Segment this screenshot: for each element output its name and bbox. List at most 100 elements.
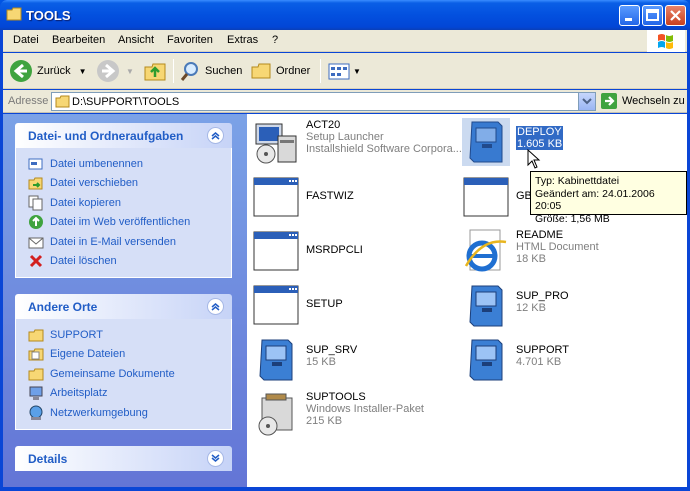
up-folder-icon <box>144 63 166 81</box>
task-rename[interactable]: Datei umbenennen <box>16 154 231 174</box>
file-name: SUPPORT <box>516 344 569 356</box>
file-item-support[interactable]: SUPPORT 4.701 KB <box>462 334 672 386</box>
collapse-button[interactable] <box>207 298 224 315</box>
file-item-deploy[interactable]: DEPLOY 1.605 KB <box>462 116 672 168</box>
file-name: SUP_SRV <box>306 344 358 356</box>
minimize-button[interactable] <box>619 5 640 26</box>
windows-flag-icon <box>658 34 673 49</box>
back-button[interactable]: Zurück ▼ <box>9 57 87 85</box>
back-dropdown-icon[interactable]: ▼ <box>79 67 87 76</box>
file-company: Installshield Software Corpora... <box>306 143 462 155</box>
file-tooltip: Typ: Kabinettdatei Geändert am: 24.01.20… <box>530 171 687 225</box>
file-size: 18 KB <box>516 253 546 265</box>
move-icon <box>28 177 43 190</box>
internet-explorer-icon <box>464 229 507 272</box>
file-size: 4.701 KB <box>516 356 562 368</box>
details-title: Details <box>28 452 68 466</box>
msi-package-icon <box>258 393 293 436</box>
file-tasks-header[interactable]: Datei- und Ordneraufgaben <box>15 123 232 148</box>
other-places-title: Andere Orte <box>28 300 98 314</box>
place-my-computer[interactable]: Arbeitsplatz <box>16 384 231 404</box>
up-folder-button[interactable] <box>143 57 167 85</box>
window-title: TOOLS <box>26 8 71 23</box>
menu-help[interactable]: ? <box>272 34 278 46</box>
tooltip-modified: Geändert am: 24.01.2006 20:05 <box>535 187 655 213</box>
place-shared-documents[interactable]: Gemeinsame Dokumente <box>16 364 231 384</box>
address-input[interactable]: D:\SUPPORT\TOOLS <box>51 92 596 111</box>
place-my-documents[interactable]: Eigene Dateien <box>16 345 231 365</box>
place-network[interactable]: Netzwerkumgebung <box>16 403 231 423</box>
file-name: SUPTOOLS <box>306 391 366 403</box>
place-label: SUPPORT <box>50 328 103 341</box>
task-label: Datei löschen <box>50 255 117 268</box>
close-button[interactable] <box>665 5 686 26</box>
folder-icon <box>28 329 44 342</box>
shared-documents-icon <box>28 368 44 381</box>
file-tasks-panel: Datei- und Ordneraufgaben Datei umbenenn… <box>15 123 232 278</box>
task-publish-web[interactable]: Datei im Web veröffentlichen <box>16 213 231 233</box>
maximize-icon <box>646 9 659 21</box>
menu-datei[interactable]: Datei <box>13 34 39 46</box>
menu-bar: Datei Bearbeiten Ansicht Favoriten Extra… <box>3 30 687 52</box>
application-window-icon <box>253 285 299 325</box>
tooltip-size: Größe: 1,56 MB <box>535 212 610 225</box>
file-item-fastwiz[interactable]: FASTWIZ <box>252 172 462 224</box>
expand-button[interactable] <box>207 450 224 467</box>
file-item-act20[interactable]: ACT20 Setup Launcher Installshield Softwar… <box>252 116 462 168</box>
cabinet-icon <box>462 118 510 166</box>
file-size: 12 KB <box>516 302 546 314</box>
file-item-sup-pro[interactable]: SUP_PRO 12 KB <box>462 280 672 332</box>
search-button[interactable]: Suchen <box>179 57 242 85</box>
folders-button[interactable]: Ordner <box>250 57 310 85</box>
views-dropdown-icon[interactable]: ▼ <box>353 67 361 76</box>
place-support[interactable]: SUPPORT <box>16 325 231 345</box>
file-item-sup-srv[interactable]: SUP_SRV 15 KB <box>252 334 462 386</box>
forward-button[interactable]: ▼ <box>96 57 134 85</box>
my-computer-icon <box>29 386 43 401</box>
task-delete[interactable]: Datei löschen <box>16 252 231 272</box>
address-dropdown-button[interactable] <box>578 93 595 110</box>
menu-extras[interactable]: Extras <box>227 34 258 46</box>
menu-ansicht[interactable]: Ansicht <box>118 34 154 46</box>
menu-favoriten[interactable]: Favoriten <box>167 34 213 46</box>
task-label: Datei kopieren <box>50 196 121 209</box>
toolbar: Zurück ▼ ▼ Suchen Ordner ▼ <box>3 53 687 89</box>
address-label: Adresse <box>8 95 49 107</box>
file-item-readme[interactable]: README HTML Document 18 KB <box>462 226 672 278</box>
title-bar[interactable]: TOOLS <box>0 0 690 30</box>
windows-logo <box>647 30 685 52</box>
place-label: Netzwerkumgebung <box>50 406 148 419</box>
file-item-setup[interactable]: SETUP <box>252 280 462 332</box>
go-button[interactable]: Wechseln zu <box>600 92 685 110</box>
file-item-suptools[interactable]: SUPTOOLS Windows Installer-Paket 215 KB <box>252 388 462 440</box>
mouse-pointer-icon <box>527 149 541 169</box>
tooltip-type: Typ: Kabinettdatei <box>535 175 620 187</box>
maximize-button[interactable] <box>642 5 663 26</box>
file-item-msrdpcli[interactable]: MSRDPCLI <box>252 226 462 278</box>
views-icon <box>328 63 350 80</box>
copy-icon <box>28 195 43 211</box>
task-copy[interactable]: Datei kopieren <box>16 193 231 213</box>
file-tasks-title: Datei- und Ordneraufgaben <box>28 129 184 143</box>
publish-web-icon <box>29 215 43 230</box>
other-places-header[interactable]: Andere Orte <box>15 294 232 319</box>
task-email[interactable]: Datei in E-Mail versenden <box>16 232 231 252</box>
collapse-button[interactable] <box>207 127 224 144</box>
folder-icon <box>55 95 70 108</box>
menu-bearbeiten[interactable]: Bearbeiten <box>52 34 105 46</box>
network-icon <box>29 405 43 420</box>
task-move[interactable]: Datei verschieben <box>16 174 231 194</box>
views-button[interactable]: ▼ <box>327 57 361 85</box>
go-arrow-icon <box>601 93 617 109</box>
place-label: Arbeitsplatz <box>50 387 108 400</box>
other-places-panel: Andere Orte SUPPORT Eigene Dateien Gemei… <box>15 294 232 430</box>
my-documents-icon <box>28 348 44 361</box>
address-bar: Adresse D:\SUPPORT\TOOLS Wechseln zu <box>3 90 687 113</box>
toolbar-separator <box>173 59 174 83</box>
forward-dropdown-icon[interactable]: ▼ <box>126 67 134 76</box>
details-header[interactable]: Details <box>15 446 232 471</box>
file-name: ACT20 <box>306 119 341 131</box>
file-tasks-list: Datei umbenennen Datei verschieben Datei… <box>15 148 232 278</box>
forward-arrow-icon <box>97 60 119 82</box>
chevron-up-icon <box>211 303 220 311</box>
